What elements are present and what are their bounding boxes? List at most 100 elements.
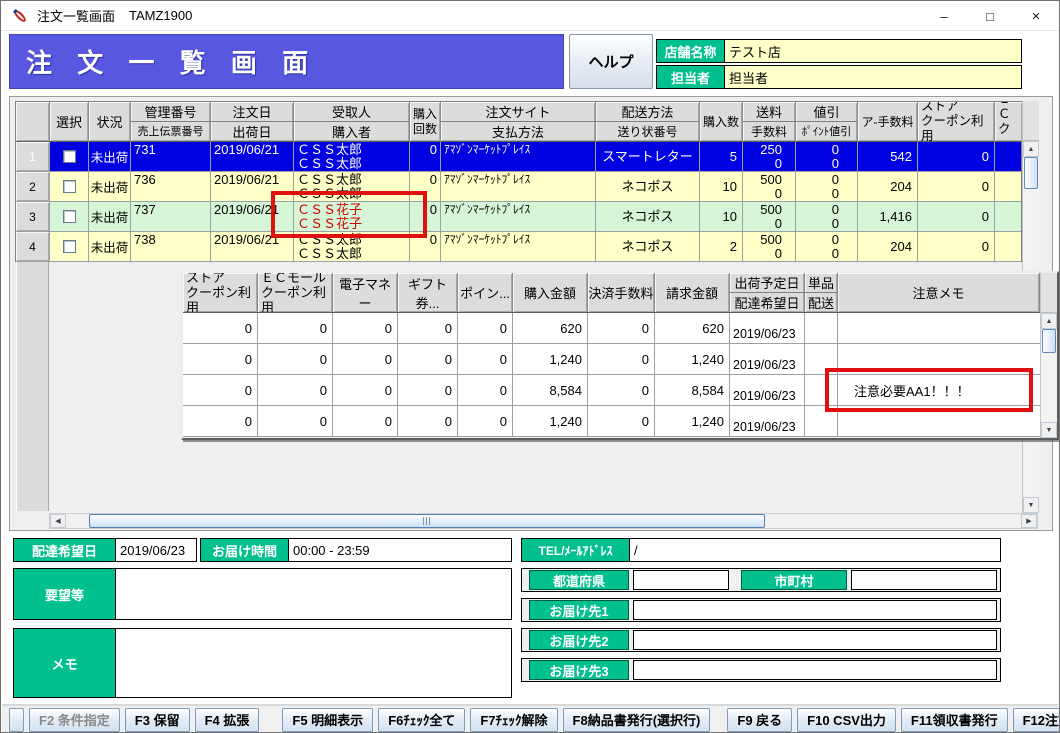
select-cell[interactable]: [50, 172, 89, 201]
select-cell[interactable]: [50, 232, 89, 261]
row-checkbox[interactable]: [63, 240, 76, 253]
scrollbar-thumb[interactable]: [1042, 329, 1056, 353]
scrollbar-thumb[interactable]: [89, 514, 765, 528]
col-ecmall-coupon: ＥＣモールクーポン利用: [258, 273, 333, 312]
mgmt-no-cell: 736: [131, 172, 211, 201]
scroll-down-icon[interactable]: ▼: [1023, 497, 1039, 513]
address3-label: お届け先3: [529, 660, 629, 680]
thumb-grip: [423, 517, 431, 525]
screen-title: 注 文 一 覧 画 面: [10, 43, 317, 80]
help-button[interactable]: ヘルプ: [569, 34, 653, 89]
ship-method-cell: ネコポス: [596, 202, 700, 231]
f12-order-list-button[interactable]: F12注文一覧発行: [1013, 708, 1060, 732]
screen-title-band: 注 文 一 覧 画 面: [9, 34, 564, 89]
address3-field[interactable]: [633, 660, 997, 680]
ship-date-cell: 2019/06/23: [730, 313, 805, 343]
postage-cell: 5000: [743, 232, 796, 261]
tel-mail-label: TEL/ﾒｰﾙｱﾄﾞﾚｽ: [522, 539, 630, 561]
window-title-code: TAMZ1900: [129, 8, 192, 23]
row-number: 3: [16, 202, 50, 231]
memo-field[interactable]: [116, 629, 511, 697]
col-mgmt-no: 管理番号売上伝票番号: [131, 102, 211, 141]
row-number: 2: [16, 172, 50, 201]
tel-mail-unit: TEL/ﾒｰﾙｱﾄﾞﾚｽ /: [521, 538, 1001, 562]
address1-field[interactable]: [633, 600, 997, 620]
title-bar: 注文一覧画面 TAMZ1900 – □ ×: [1, 1, 1059, 31]
row-checkbox[interactable]: [63, 180, 76, 193]
scrollbar-thumb[interactable]: [1024, 157, 1038, 189]
scroll-right-icon[interactable]: ▶: [1021, 514, 1037, 528]
tel-mail-field[interactable]: /: [630, 539, 1000, 561]
address3-unit: お届け先3: [521, 658, 1001, 682]
f8-delivery-slip-button[interactable]: F8納品書発行(選択行): [563, 708, 711, 732]
order-row[interactable]: 2 未出荷 736 2019/06/21 ＣＳＳ太郎ＣＳＳ太郎 0 ｱﾏｿﾞﾝﾏ…: [16, 172, 1021, 202]
order-row[interactable]: 4 未出荷 738 2019/06/21 ＣＳＳ太郎ＣＳＳ太郎 0 ｱﾏｿﾞﾝﾏ…: [16, 232, 1021, 262]
scroll-down-icon[interactable]: ▼: [1041, 422, 1057, 438]
row-checkbox[interactable]: [63, 150, 76, 163]
city-field[interactable]: [851, 570, 997, 590]
window-controls: – □ ×: [921, 1, 1059, 31]
col-discount: 値引ﾎﾟｲﾝﾄ値引: [796, 102, 858, 141]
delivery-date-field[interactable]: 2019/06/23: [116, 539, 196, 561]
detail-table: ストアクーポン利用 ＥＣモールクーポン利用 電子マネー ギフト券... ポイン.…: [183, 273, 1040, 437]
a-fee-cell: 1,416: [858, 202, 918, 231]
maximize-button[interactable]: □: [967, 1, 1013, 31]
store-name-unit: 店舗名称 テスト店: [656, 39, 1022, 63]
ship-method-cell: ネコポス: [596, 232, 700, 261]
order-row[interactable]: 3 未出荷 737 2019/06/21 ＣＳＳ花子ＣＳＳ花子 0 ｱﾏｿﾞﾝﾏ…: [16, 202, 1021, 232]
function-key-bar: F2 条件指定 F3 保留 F4 拡張 F5 明細表示 F6ﾁｪｯｸ全て F7ﾁ…: [2, 704, 1058, 733]
status-cell: 未出荷: [89, 232, 131, 261]
site-cell: ｱﾏｿﾞﾝﾏｰｹｯﾄﾌﾟﾚｲｽ: [441, 142, 596, 171]
f6-check-all-button[interactable]: F6ﾁｪｯｸ全て: [378, 708, 465, 732]
close-button[interactable]: ×: [1013, 1, 1059, 31]
order-row[interactable]: 1 未出荷 731 2019/06/21 ＣＳＳ太郎ＣＳＳ太郎 0 ｱﾏｿﾞﾝﾏ…: [16, 142, 1021, 172]
a-fee-cell: 542: [858, 142, 918, 171]
scroll-left-icon[interactable]: ◀: [50, 514, 66, 528]
select-cell[interactable]: [50, 142, 89, 171]
col-qty: 購入数: [700, 102, 743, 141]
annotation-box-recipient: [271, 191, 427, 238]
detail-vertical-scrollbar[interactable]: ▲ ▼: [1040, 273, 1057, 438]
store-name-field[interactable]: テスト店: [725, 40, 1021, 62]
f11-receipt-button[interactable]: F11領収書発行: [901, 708, 1008, 732]
f4-extend-button[interactable]: F4 拡張: [195, 708, 260, 732]
detail-row[interactable]: 0 0 0 0 0 620 0 620 2019/06/23: [183, 313, 1040, 344]
col-purchase-times: 購入回数: [410, 102, 441, 141]
staff-field[interactable]: 担当者: [725, 66, 1021, 88]
staff-label: 担当者: [657, 66, 725, 88]
discount-cell: 00: [796, 172, 858, 201]
scroll-up-icon[interactable]: ▲: [1041, 313, 1057, 329]
qty-cell: 2: [700, 232, 743, 261]
scrollbar-corner: [1041, 273, 1057, 313]
f5-detail-button[interactable]: F5 明細表示: [282, 708, 373, 732]
col-purchase-amount: 購入金額: [513, 273, 588, 312]
f3-hold-button[interactable]: F3 保留: [125, 708, 190, 732]
col-billing-amount: 請求金額: [655, 273, 730, 312]
qty-cell: 10: [700, 202, 743, 231]
prefecture-field[interactable]: [633, 570, 729, 590]
request-field[interactable]: [116, 569, 511, 619]
address2-field[interactable]: [633, 630, 997, 650]
scrollbar-track[interactable]: [66, 514, 1021, 528]
prefecture-label: 都道府県: [529, 570, 629, 590]
f2-condition-button: F2 条件指定: [29, 708, 120, 732]
row-checkbox[interactable]: [63, 210, 76, 223]
f9-back-button[interactable]: F9 戻る: [727, 708, 792, 732]
order-table: 選択 状況 管理番号売上伝票番号 注文日出荷日 受取人購入者 購入回数 注文サイ…: [15, 101, 1022, 262]
staff-unit: 担当者 担当者: [656, 65, 1022, 89]
horizontal-scrollbar[interactable]: ◀ ▶: [49, 513, 1038, 529]
ship-date-cell: 2019/06/23: [730, 344, 805, 374]
scroll-up-icon[interactable]: ▲: [1023, 141, 1039, 157]
col-note-memo: 注意メモ: [838, 273, 1040, 312]
f10-csv-button[interactable]: F10 CSV出力: [797, 708, 896, 732]
store-coupon-cell: 0: [918, 142, 995, 171]
f7-uncheck-button[interactable]: F7ﾁｪｯｸ解除: [470, 708, 557, 732]
col-order-date: 注文日出荷日: [211, 102, 294, 141]
delivery-time-field[interactable]: 00:00 - 23:59: [289, 539, 511, 561]
postage-cell: 5000: [743, 172, 796, 201]
status-cell: 未出荷: [89, 172, 131, 201]
mgmt-no-cell: 738: [131, 232, 211, 261]
select-cell[interactable]: [50, 202, 89, 231]
minimize-button[interactable]: –: [921, 1, 967, 31]
app-window: 注文一覧画面 TAMZ1900 – □ × 注 文 一 覧 画 面 ヘルプ 店舗…: [0, 0, 1060, 733]
